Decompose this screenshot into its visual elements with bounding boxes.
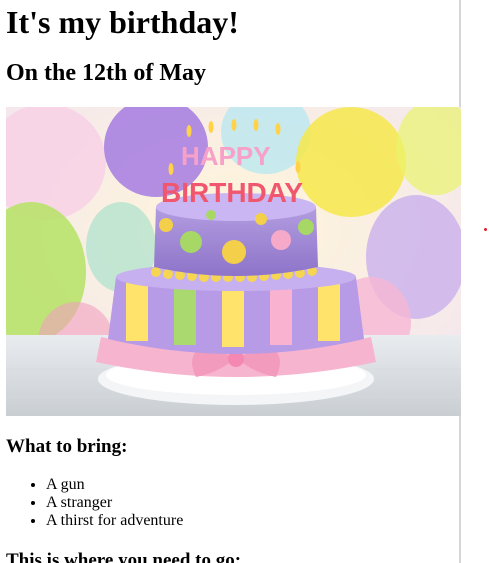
- list-item: A thirst for adventure: [46, 512, 183, 530]
- content-column: It's my birthday! On the 12th of May HAP…: [0, 0, 461, 563]
- location-heading: This is where you need to go:: [6, 550, 242, 563]
- bring-heading: What to bring:: [6, 436, 128, 457]
- marker-dot: [484, 228, 487, 231]
- page-subtitle: On the 12th of May: [6, 60, 206, 86]
- page-title: It's my birthday!: [6, 4, 239, 40]
- candle-letters-bottom: BIRTHDAY: [161, 177, 303, 208]
- bring-list: A gun A stranger A thirst for adventure: [6, 476, 183, 530]
- list-item: A stranger: [46, 494, 183, 512]
- candle-letters-top: HAPPY: [181, 141, 271, 171]
- birthday-cake-image: HAPPY BIRTHDAY: [6, 107, 461, 416]
- page: It's my birthday! On the 12th of May HAP…: [0, 0, 489, 563]
- list-item: A gun: [46, 476, 183, 494]
